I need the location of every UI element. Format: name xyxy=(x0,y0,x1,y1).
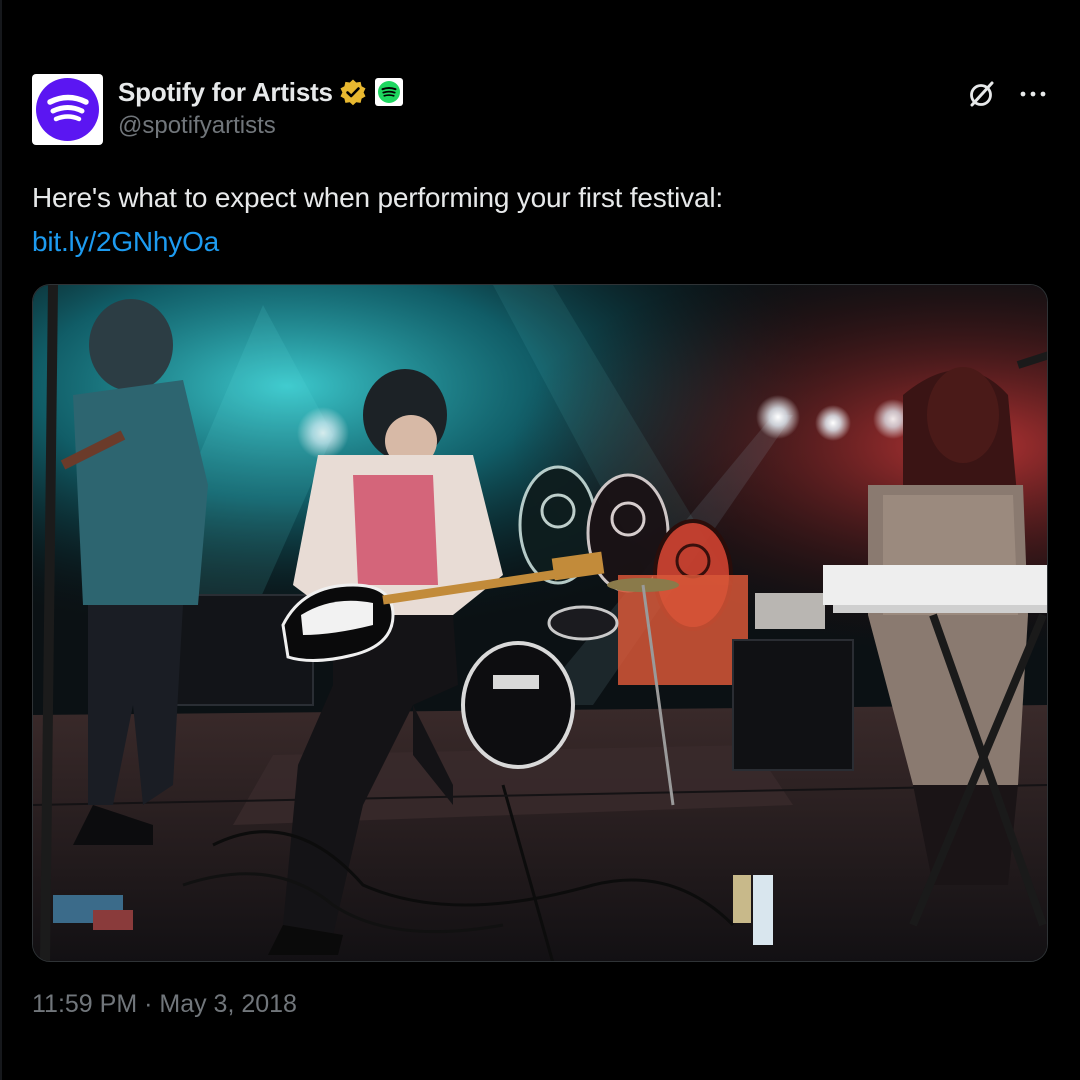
display-name[interactable]: Spotify for Artists xyxy=(118,77,333,108)
author-names: Spotify for Artists @spotifyartists xyxy=(118,74,403,140)
spotify-for-artists-logo-icon xyxy=(36,78,99,141)
left-border xyxy=(0,0,2,1080)
tweet-photo[interactable] xyxy=(32,284,1048,962)
tweet-body: Here's what to expect when performing yo… xyxy=(32,182,723,213)
tweet-text: Here's what to expect when performing yo… xyxy=(32,176,1048,264)
more-dots-icon[interactable] xyxy=(1018,78,1048,110)
spotify-logo-icon[interactable] xyxy=(374,78,403,106)
tweet: Spotify for Artists @spotifyartists Here… xyxy=(32,74,1048,1018)
tweet-header: Spotify for Artists @spotifyartists xyxy=(32,74,1048,146)
gold-verified-badge-icon[interactable] xyxy=(339,78,367,106)
grok-icon[interactable] xyxy=(966,78,998,110)
tweet-link[interactable]: bit.ly/2GNhyOa xyxy=(32,226,219,257)
handle[interactable]: @spotifyartists xyxy=(118,112,403,140)
band-performance-photo xyxy=(33,285,1047,961)
avatar[interactable] xyxy=(32,74,103,145)
tweet-timestamp[interactable]: 11:59 PM · May 3, 2018 xyxy=(32,990,297,1019)
